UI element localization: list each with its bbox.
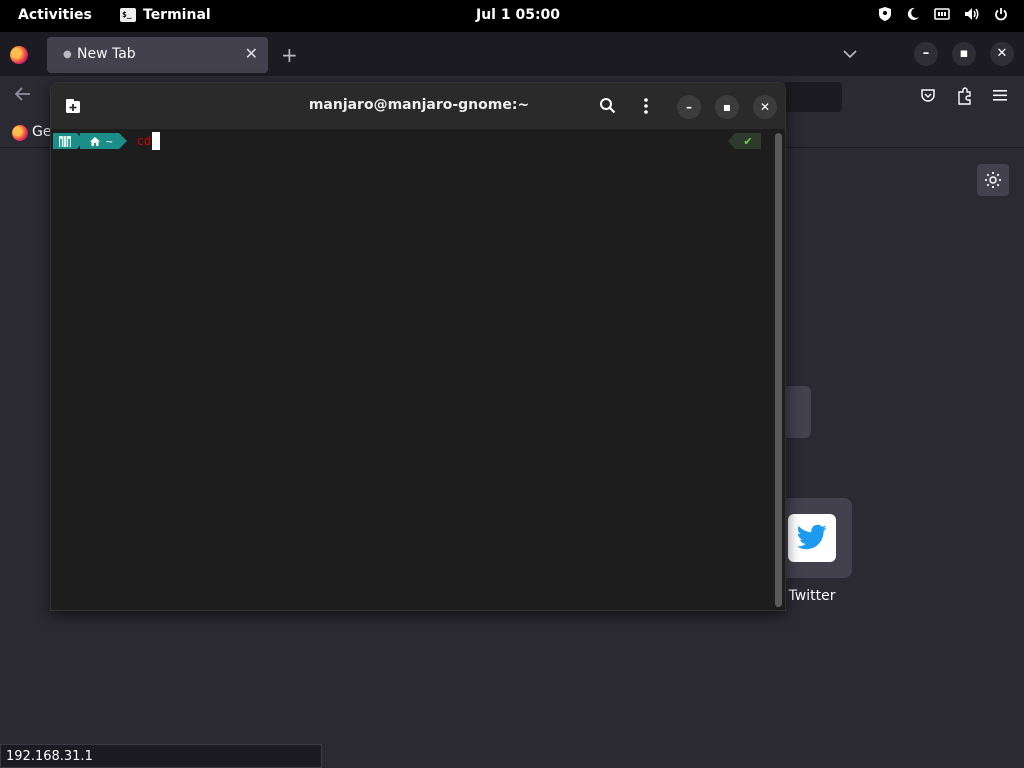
prompt-dir-text: ~: [106, 134, 113, 148]
clock[interactable]: Jul 1 05:00: [476, 7, 560, 23]
search-icon: [600, 98, 616, 114]
text-cursor: [152, 132, 161, 150]
gear-icon: [985, 172, 1001, 188]
prompt-separator: [728, 133, 735, 149]
terminal-app-icon: $_: [120, 8, 136, 22]
twitter-tile-inner: [788, 514, 836, 562]
firefox-logo-icon: [10, 46, 28, 64]
terminal-window: manjaro@manjaro-gnome:~ – ▪ ✕ ~ cd ✔: [50, 82, 786, 611]
puzzle-icon: [958, 87, 971, 105]
night-light-icon: [907, 7, 919, 20]
kebab-menu-icon: [644, 98, 648, 114]
terminal-maximize-button[interactable]: ▪: [715, 95, 739, 119]
app-menu-label: Terminal: [143, 7, 211, 23]
tab-title: New Tab: [77, 46, 136, 62]
tab-new-tab[interactable]: ● New Tab ✕: [47, 37, 268, 73]
status-panel-url: 192.168.31.1: [0, 744, 322, 768]
volume-icon: [965, 8, 979, 20]
terminal-search-button[interactable]: [599, 97, 616, 118]
home-icon: [90, 136, 100, 146]
chevron-down-icon: [843, 50, 857, 59]
app-menu-button[interactable]: [992, 87, 1008, 107]
typed-command: cd: [136, 134, 152, 148]
firefox-tab-bar: ● New Tab ✕ + – ▪ ✕: [0, 32, 1024, 76]
personalize-settings-button[interactable]: [977, 164, 1009, 196]
manjaro-logo-icon: [59, 135, 71, 147]
bookmark-label: Ge: [32, 124, 52, 140]
tab-favicon-dot-icon: ●: [63, 49, 72, 60]
hamburger-menu-icon: [993, 90, 1007, 101]
firefox-maximize-button[interactable]: ▪: [952, 42, 976, 66]
gnome-top-bar: Activities $_ Terminal Jul 1 05:00: [0, 0, 1024, 32]
firefox-logo-icon: [12, 125, 28, 141]
terminal-content[interactable]: ~ cd ✔: [51, 129, 785, 610]
extensions-button[interactable]: [957, 87, 973, 109]
prompt-os-segment: [53, 133, 77, 149]
url-bar[interactable]: [784, 82, 842, 112]
prompt-dir-segment: ~: [80, 133, 119, 149]
terminal-header-bar: manjaro@manjaro-gnome:~ – ▪ ✕: [51, 83, 785, 129]
pocket-button[interactable]: [920, 88, 936, 108]
shell-prompt: ~ cd: [53, 132, 161, 150]
prompt-status-segment: ✔: [728, 133, 761, 149]
activities-button[interactable]: Activities: [18, 7, 92, 23]
terminal-menu-button[interactable]: [643, 97, 649, 119]
network-icon: [934, 8, 950, 20]
terminal-close-button[interactable]: ✕: [753, 95, 777, 119]
terminal-scrollbar[interactable]: [775, 133, 782, 607]
new-tab-button[interactable]: +: [281, 43, 298, 67]
back-button[interactable]: [14, 86, 32, 107]
status-ok-check-icon: ✔: [735, 133, 761, 149]
app-menu[interactable]: $_ Terminal: [120, 7, 211, 23]
back-arrow-icon: [14, 87, 30, 101]
privacy-indicator-icon: [879, 7, 891, 21]
bookmark-item[interactable]: Ge: [12, 124, 51, 141]
list-all-tabs-button[interactable]: [843, 44, 857, 63]
pocket-icon: [921, 89, 935, 102]
prompt-separator: [118, 133, 127, 149]
firefox-minimize-button[interactable]: –: [914, 42, 938, 66]
terminal-title: manjaro@manjaro-gnome:~: [308, 97, 530, 113]
tab-close-button[interactable]: ✕: [245, 44, 258, 63]
terminal-minimize-button[interactable]: –: [677, 95, 701, 119]
power-icon: [995, 8, 1007, 21]
system-tray[interactable]: [878, 6, 1008, 22]
twitter-bird-icon: [796, 524, 827, 550]
firefox-close-button[interactable]: ✕: [990, 42, 1014, 66]
